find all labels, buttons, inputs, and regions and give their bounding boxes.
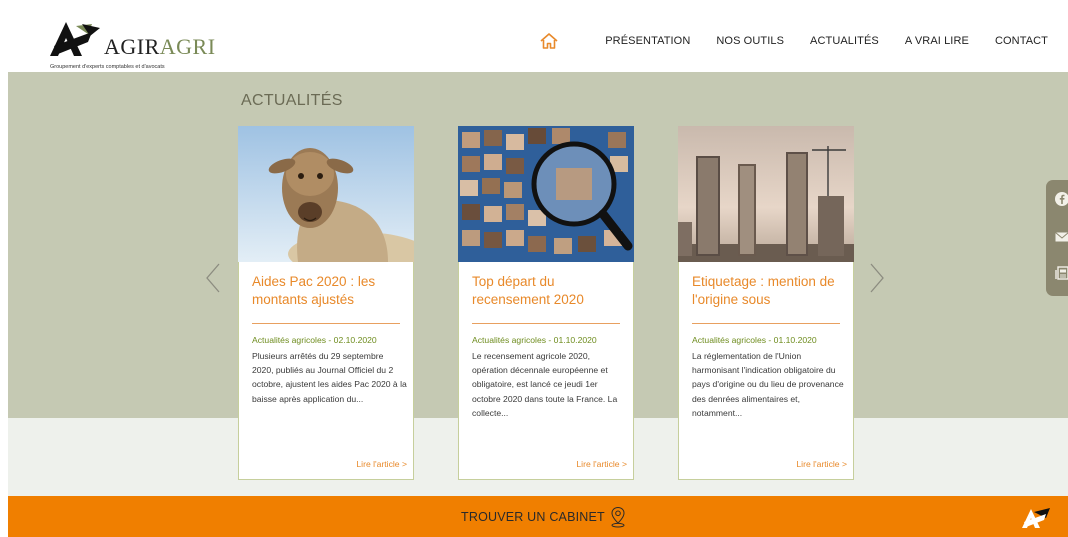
read-more-link[interactable]: Lire l'article > xyxy=(576,459,627,469)
news-card[interactable]: Etiquetage : mention de l'origine sous A… xyxy=(678,126,854,480)
logo-word-agir: AGIR xyxy=(104,34,160,59)
logo-word-agri: AGRI xyxy=(159,34,216,59)
social-sidebar xyxy=(1046,180,1068,296)
mail-icon[interactable] xyxy=(1055,230,1068,244)
card-title[interactable]: Top départ du recensement 2020 xyxy=(472,273,622,309)
news-card[interactable]: Aides Pac 2020 : les montants ajustés Ac… xyxy=(238,126,414,480)
location-pin-icon[interactable] xyxy=(610,506,626,528)
nav-item-nos-outils[interactable]: NOS OUTILS xyxy=(716,35,784,47)
home-icon[interactable] xyxy=(539,32,559,50)
find-office-bar: TROUVER UN CABINET xyxy=(8,496,1068,537)
site-header: AGIRAGRI Groupement d'experts comptables… xyxy=(8,8,1068,72)
find-office-link[interactable]: TROUVER UN CABINET xyxy=(461,510,605,524)
card-excerpt: La réglementation de l'Union harmonisant… xyxy=(692,351,844,418)
card-meta: Actualités agricoles - 01.10.2020 xyxy=(692,335,817,345)
card-meta: Actualités agricoles - 02.10.2020 xyxy=(252,335,377,345)
logo-wordmark: AGIRAGRI xyxy=(104,34,216,60)
logo-tagline: Groupement d'experts comptables et d'avo… xyxy=(50,64,165,70)
nav-item-presentation[interactable]: PRÉSENTATION xyxy=(605,35,690,47)
news-card[interactable]: Top départ du recensement 2020 Actualité… xyxy=(458,126,634,480)
read-more-link[interactable]: Lire l'article > xyxy=(796,459,847,469)
card-divider xyxy=(692,323,840,324)
footer-logo-icon[interactable] xyxy=(1020,506,1056,530)
nav-item-a-vrai-lire[interactable]: A VRAI LIRE xyxy=(905,35,969,47)
crowd-magnifier-photo xyxy=(458,126,634,262)
card-meta: Actualités agricoles - 01.10.2020 xyxy=(472,335,597,345)
carousel-prev-icon[interactable] xyxy=(202,262,224,294)
card-title[interactable]: Aides Pac 2020 : les montants ajustés xyxy=(252,273,402,309)
newspaper-icon[interactable] xyxy=(1055,266,1068,280)
main-nav: PRÉSENTATION NOS OUTILS ACTUALITÉS A VRA… xyxy=(539,32,1048,50)
facebook-icon[interactable] xyxy=(1055,192,1068,206)
skyscrapers-photo xyxy=(678,126,854,262)
card-divider xyxy=(472,323,620,324)
nav-item-actualites[interactable]: ACTUALITÉS xyxy=(810,35,879,47)
nav-item-contact[interactable]: CONTACT xyxy=(995,35,1048,47)
card-excerpt: Le recensement agricole 2020, opération … xyxy=(472,351,618,418)
card-excerpt: Plusieurs arrêtés du 29 septembre 2020, … xyxy=(252,351,407,404)
card-divider xyxy=(252,323,400,324)
sheep-photo xyxy=(238,126,414,262)
site-logo[interactable]: AGIRAGRI Groupement d'experts comptables… xyxy=(48,20,248,70)
logo-mark-icon xyxy=(50,22,100,56)
card-title[interactable]: Etiquetage : mention de l'origine sous xyxy=(692,273,842,309)
carousel-next-icon[interactable] xyxy=(866,262,888,294)
section-title: ACTUALITÉS xyxy=(241,92,343,109)
read-more-link[interactable]: Lire l'article > xyxy=(356,459,407,469)
